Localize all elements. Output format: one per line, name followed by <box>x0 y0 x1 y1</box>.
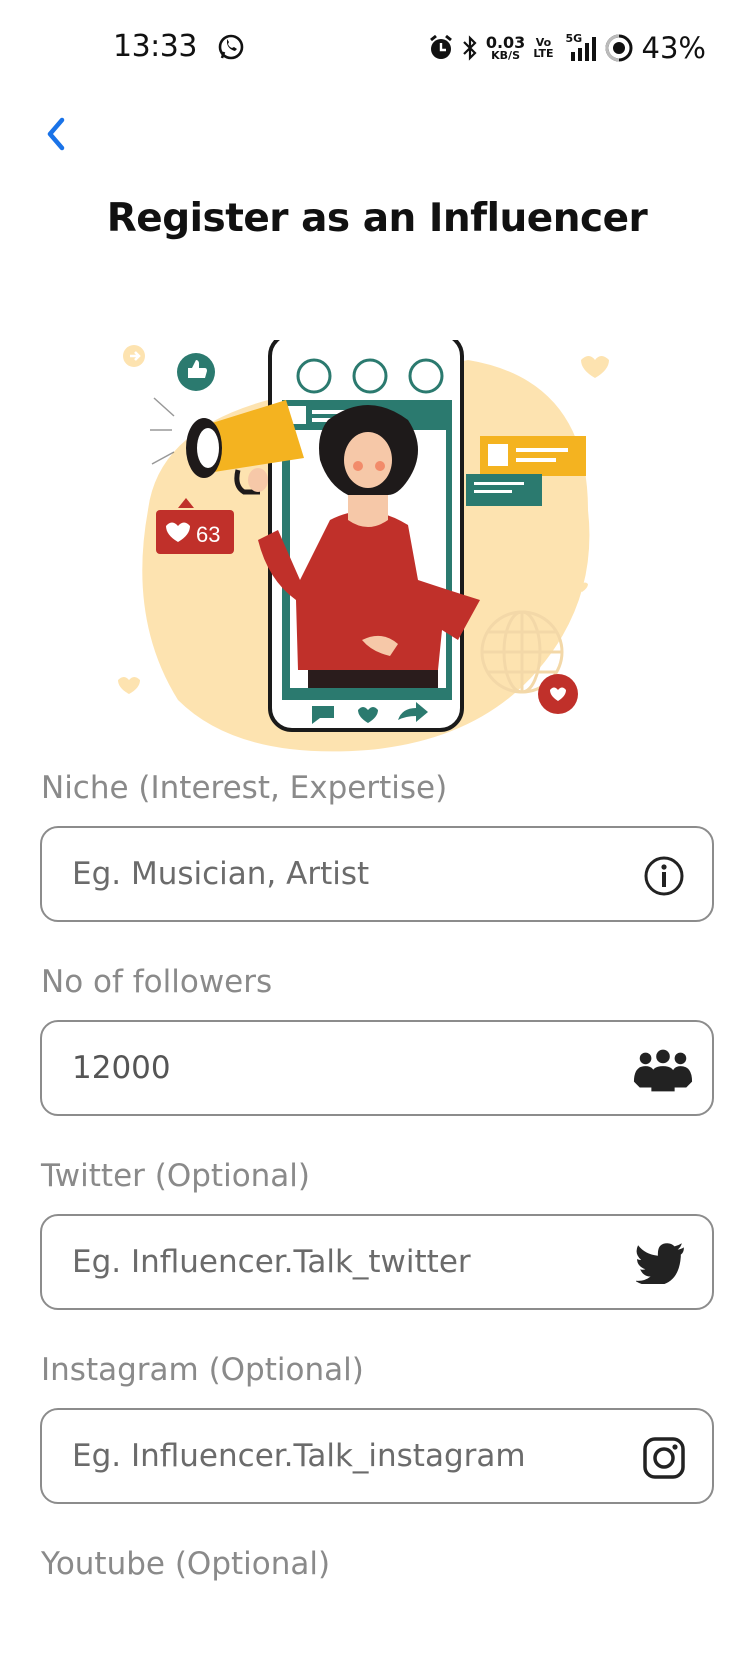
battery-level: 43% <box>641 31 706 65</box>
bluetooth-icon <box>463 35 477 61</box>
twitter-label: Twitter (Optional) <box>41 1158 311 1194</box>
niche-label: Niche (Interest, Expertise) <box>41 770 448 806</box>
niche-input[interactable] <box>72 828 612 920</box>
status-bar: 13:33 0.03 KB/S Vo LTE 5G 43% <box>0 0 754 96</box>
niche-field[interactable] <box>40 826 714 922</box>
signal-icon: 5G <box>562 33 596 63</box>
back-button[interactable] <box>40 114 74 154</box>
instagram-label: Instagram (Optional) <box>41 1352 364 1388</box>
volte-indicator: Vo LTE <box>533 36 554 60</box>
followers-label: No of followers <box>41 964 273 1000</box>
youtube-label: Youtube (Optional) <box>41 1546 331 1582</box>
instagram-field[interactable] <box>40 1408 714 1504</box>
status-time: 13:33 <box>113 29 197 64</box>
info-icon[interactable] <box>642 854 686 898</box>
twitter-icon <box>636 1243 684 1284</box>
battery-saver-icon <box>605 34 633 62</box>
influencer-illustration: 63 <box>118 340 609 752</box>
whatsapp-icon <box>218 34 244 60</box>
instagram-icon <box>643 1437 685 1479</box>
followers-field[interactable] <box>40 1020 714 1116</box>
alarm-icon <box>429 34 452 59</box>
followers-input[interactable] <box>72 1022 612 1114</box>
group-icon <box>633 1049 693 1092</box>
twitter-field[interactable] <box>40 1214 714 1310</box>
twitter-input[interactable] <box>72 1216 612 1308</box>
net-speed: 0.03 KB/S <box>485 33 526 62</box>
like-count: 63 <box>196 522 220 547</box>
page-title: Register as an Influencer <box>106 196 648 241</box>
status-icons: 0.03 KB/S Vo LTE 5G 43% <box>428 30 706 66</box>
instagram-input[interactable] <box>72 1410 612 1502</box>
